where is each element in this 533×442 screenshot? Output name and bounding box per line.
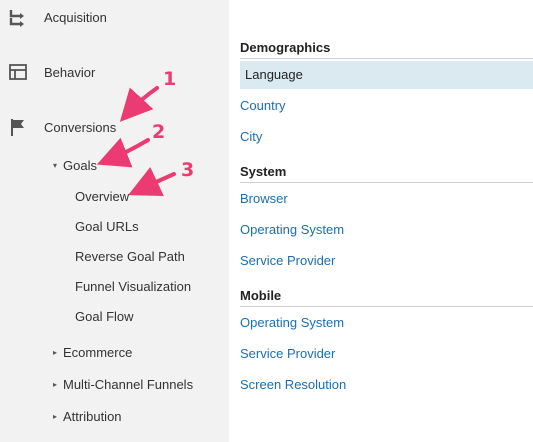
annotation-arrow-2 <box>96 137 150 168</box>
annotation-number-1: 1 <box>163 68 177 90</box>
annotation-number-2: 2 <box>152 121 166 143</box>
annotation-arrows <box>96 86 176 196</box>
annotation-arrow-3 <box>128 167 176 196</box>
annotation-arrow-1 <box>119 86 159 122</box>
annotation-number-3: 3 <box>181 159 195 181</box>
